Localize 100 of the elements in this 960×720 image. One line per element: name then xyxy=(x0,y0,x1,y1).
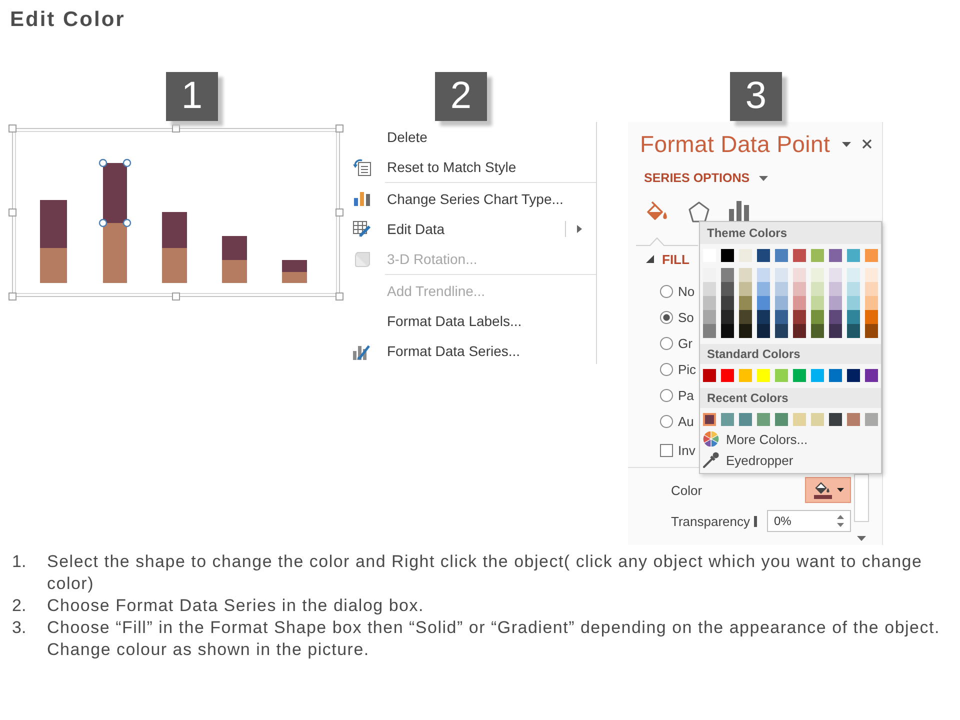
radio-button[interactable] xyxy=(660,336,673,350)
resize-handle[interactable] xyxy=(8,292,16,300)
color-swatch[interactable] xyxy=(829,282,842,296)
radio-label[interactable]: So xyxy=(678,310,694,324)
section-heading[interactable]: FILL xyxy=(662,252,690,266)
close-icon[interactable] xyxy=(862,139,872,149)
color-swatch[interactable] xyxy=(739,324,752,338)
checkbox-label[interactable]: Inv xyxy=(678,442,696,458)
color-swatch[interactable] xyxy=(811,296,824,310)
color-swatch[interactable] xyxy=(847,413,860,426)
menu-item[interactable]: Format Data Labels... xyxy=(350,306,596,336)
color-swatch[interactable] xyxy=(721,249,734,262)
resize-handle[interactable] xyxy=(336,292,344,300)
color-swatch[interactable] xyxy=(721,268,734,282)
selection-handle[interactable] xyxy=(98,158,108,168)
color-swatch[interactable] xyxy=(721,413,734,426)
color-swatch[interactable] xyxy=(775,282,788,296)
slider-thumb[interactable] xyxy=(754,516,757,526)
color-swatch[interactable] xyxy=(811,310,824,324)
resize-handle[interactable] xyxy=(336,124,344,132)
color-swatch[interactable] xyxy=(811,268,824,282)
color-swatch[interactable] xyxy=(793,413,806,426)
radio-label[interactable]: Pic xyxy=(678,362,696,376)
more-colors-option[interactable]: More Colors... xyxy=(700,429,881,449)
color-swatch[interactable] xyxy=(739,268,752,282)
color-swatch[interactable] xyxy=(811,282,824,296)
color-swatch[interactable] xyxy=(811,249,824,262)
color-swatch[interactable] xyxy=(703,268,716,282)
color-swatch[interactable] xyxy=(775,296,788,310)
selection-handle[interactable] xyxy=(122,218,132,228)
menu-item[interactable]: Edit Data xyxy=(350,214,596,244)
color-swatch[interactable] xyxy=(847,268,860,282)
color-swatch[interactable] xyxy=(829,324,842,338)
color-swatch[interactable] xyxy=(757,369,770,382)
color-swatch[interactable] xyxy=(703,296,716,310)
menu-item[interactable]: Format Data Series... xyxy=(350,336,596,366)
color-swatch[interactable] xyxy=(847,324,860,338)
color-swatch[interactable] xyxy=(865,369,878,382)
menu-item[interactable]: Change Series Chart Type... xyxy=(350,184,596,214)
color-swatch[interactable] xyxy=(811,324,824,338)
color-swatch[interactable] xyxy=(847,282,860,296)
radio-label[interactable]: Pa xyxy=(678,388,694,402)
color-swatch[interactable] xyxy=(757,268,770,282)
expanded-triangle-icon[interactable] xyxy=(646,255,654,263)
color-swatch[interactable] xyxy=(865,268,878,282)
color-swatch[interactable] xyxy=(739,310,752,324)
color-swatch[interactable] xyxy=(757,249,770,262)
color-swatch[interactable] xyxy=(703,324,716,338)
color-swatch[interactable] xyxy=(829,310,842,324)
color-swatch[interactable] xyxy=(865,324,878,338)
spin-arrows-icon[interactable] xyxy=(837,514,844,528)
color-swatch[interactable] xyxy=(703,310,716,324)
color-swatch[interactable] xyxy=(721,324,734,338)
color-swatch[interactable] xyxy=(847,249,860,262)
color-swatch[interactable] xyxy=(865,249,878,262)
radio-button[interactable] xyxy=(660,284,673,298)
color-swatch[interactable] xyxy=(793,268,806,282)
color-swatch[interactable] xyxy=(757,296,770,310)
color-swatch[interactable] xyxy=(703,282,716,296)
color-swatch[interactable] xyxy=(847,369,860,382)
color-swatch[interactable] xyxy=(757,413,770,426)
color-swatch[interactable] xyxy=(775,413,788,426)
transparency-field[interactable]: 0% xyxy=(767,510,851,532)
color-swatch[interactable] xyxy=(793,296,806,310)
resize-handle[interactable] xyxy=(172,292,180,300)
scrollbar-thumb[interactable] xyxy=(854,474,869,522)
radio-button[interactable] xyxy=(660,362,673,376)
color-swatch[interactable] xyxy=(865,413,878,426)
color-swatch[interactable] xyxy=(829,249,842,262)
color-swatch[interactable] xyxy=(775,324,788,338)
color-swatch[interactable] xyxy=(865,282,878,296)
color-swatch[interactable] xyxy=(793,249,806,262)
resize-handle[interactable] xyxy=(172,124,180,132)
color-swatch[interactable] xyxy=(793,310,806,324)
radio-label[interactable]: Gr xyxy=(678,336,692,350)
color-swatch[interactable] xyxy=(703,413,716,426)
color-swatch[interactable] xyxy=(721,282,734,296)
radio-button[interactable] xyxy=(660,310,673,324)
resize-handle[interactable] xyxy=(8,124,16,132)
color-swatch[interactable] xyxy=(775,369,788,382)
color-swatch[interactable] xyxy=(847,310,860,324)
checkbox[interactable] xyxy=(660,444,673,456)
menu-item[interactable]: Reset to Match Style xyxy=(350,152,596,182)
radio-label[interactable]: No xyxy=(678,284,695,298)
menu-item[interactable]: Delete xyxy=(350,122,596,152)
fill-color-button[interactable] xyxy=(805,477,851,503)
color-swatch[interactable] xyxy=(775,310,788,324)
radio-button[interactable] xyxy=(660,388,673,402)
color-swatch[interactable] xyxy=(739,296,752,310)
dropdown-caret-icon[interactable] xyxy=(842,142,851,146)
color-swatch[interactable] xyxy=(739,369,752,382)
color-swatch[interactable] xyxy=(847,296,860,310)
color-swatch[interactable] xyxy=(811,369,824,382)
color-swatch[interactable] xyxy=(721,296,734,310)
color-swatch[interactable] xyxy=(793,324,806,338)
radio-label[interactable]: Au xyxy=(678,414,694,428)
resize-handle[interactable] xyxy=(336,208,344,216)
color-swatch[interactable] xyxy=(775,249,788,262)
color-swatch[interactable] xyxy=(829,296,842,310)
pentagon-icon[interactable] xyxy=(688,201,710,223)
